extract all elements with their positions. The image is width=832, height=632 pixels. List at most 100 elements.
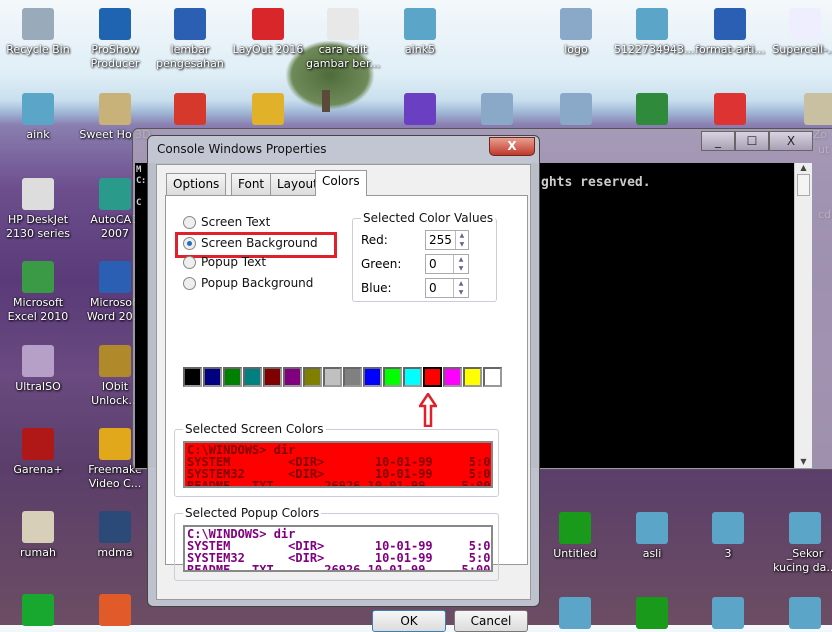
desktop-icon[interactable] [77,594,153,629]
disc-icon[interactable] [22,345,54,377]
color-swatch[interactable] [303,367,322,387]
green-spinner[interactable]: 0 ▲ ▼ [425,254,469,274]
desktop-icon[interactable] [767,597,832,632]
spin-arrows-icon[interactable]: ▲ ▼ [454,231,468,249]
cancel-button[interactable]: Cancel [454,610,528,632]
word-doc-icon[interactable] [714,8,746,40]
color-swatch[interactable] [243,367,262,387]
image-file-icon[interactable] [559,597,591,629]
console-scrollbar[interactable]: ▲ ▼ [794,163,812,468]
green-triangle-icon[interactable] [22,594,54,626]
desktop-icon[interactable]: lembar pengesahan [152,8,228,71]
radio-checked-icon[interactable] [183,236,196,250]
blue-value[interactable]: 0 [426,279,453,297]
desktop-icon[interactable]: ProShow Producer [77,8,153,71]
image-file-icon[interactable] [712,512,744,544]
desktop-icon[interactable]: Untitled [537,512,613,561]
desktop-icon[interactable]: logo [538,8,614,57]
blue-spinner[interactable]: 0 ▲ ▼ [425,278,469,298]
dialog-close-button[interactable]: X [489,137,535,156]
image-file-icon[interactable] [789,597,821,629]
spin-arrows-icon[interactable]: ▲ ▼ [453,279,468,297]
scroll-thumb[interactable] [797,174,810,196]
desktop-icon[interactable]: asli [614,512,690,561]
color-swatch[interactable] [263,367,282,387]
radio-icon[interactable] [183,255,196,269]
word-icon[interactable] [99,261,131,293]
word-doc-icon[interactable] [174,8,206,40]
desktop-icon[interactable] [230,93,306,128]
color-swatch[interactable] [183,367,202,387]
sweet-home-icon[interactable] [22,511,54,543]
radio-screen-background[interactable]: Screen Background [183,236,318,250]
red-spinner[interactable]: 255 ▲ ▼ [425,230,469,250]
spin-arrows-icon[interactable]: ▲ ▼ [453,255,468,273]
radio-icon[interactable] [183,276,196,290]
desktop-icon[interactable]: format-arti... [692,8,768,57]
color-swatch[interactable] [203,367,222,387]
proshow-icon[interactable] [99,8,131,40]
green-value[interactable]: 0 [426,255,453,273]
desktop-icon[interactable]: LayOut 2016 [230,8,306,57]
image-file-icon[interactable] [789,512,821,544]
image-file-icon[interactable] [636,512,668,544]
image-file-icon[interactable] [22,93,54,125]
desktop-icon[interactable]: UltraISO [0,345,76,394]
color-swatch[interactable] [443,367,462,387]
image-file-icon[interactable] [404,8,436,40]
minimize-button[interactable]: _ [701,131,735,151]
autocad-icon[interactable] [99,178,131,210]
desktop-icon[interactable]: Microsoft Excel 2010 [0,261,76,324]
zombie-icon[interactable] [804,93,832,125]
font-file-icon[interactable] [789,8,821,40]
color-swatch[interactable] [383,367,402,387]
color-swatch[interactable] [483,367,502,387]
scroll-down-arrow-icon[interactable]: ▼ [795,457,812,466]
garena-icon[interactable] [22,428,54,460]
excel-icon[interactable] [22,261,54,293]
desktop-icon[interactable]: Recycle Bin [0,8,76,57]
desktop-icon[interactable] [614,93,690,128]
folder-icon[interactable] [560,8,592,40]
desktop-icon[interactable] [690,597,766,632]
desktop-icon[interactable]: 3 [690,512,766,561]
mp3-icon[interactable] [99,594,131,626]
text-file-icon[interactable] [327,8,359,40]
angry-birds-icon[interactable] [714,93,746,125]
freemake-icon[interactable] [99,428,131,460]
desktop-icon[interactable]: _Sekor kucing da... [767,512,832,575]
dwg-icon[interactable] [252,93,284,125]
folder-icon[interactable] [560,93,592,125]
desktop-icon[interactable]: aink [0,93,76,142]
desktop-icon[interactable] [0,594,76,629]
desktop-icon[interactable]: aink5 [382,8,458,57]
scroll-up-arrow-icon[interactable]: ▲ [795,163,812,172]
desktop-icon[interactable] [538,93,614,128]
color-swatch[interactable] [323,367,342,387]
color-swatch[interactable] [363,367,382,387]
radio-icon[interactable] [183,215,196,229]
printer-icon[interactable] [22,178,54,210]
color-swatch[interactable] [403,367,422,387]
color-swatch[interactable] [283,367,302,387]
folder-icon[interactable] [481,93,513,125]
red-value[interactable]: 255 [426,231,455,249]
desktop-icon[interactable]: HP DeskJet 2130 series [0,178,76,241]
maximize-button[interactable]: ☐ [735,131,769,151]
radio-popup-text[interactable]: Popup Text [183,255,266,269]
desktop-icon[interactable] [152,93,228,128]
jnes-icon[interactable] [404,93,436,125]
desktop-icon[interactable]: cara edit gambar ber... [305,8,381,71]
desktop-icon[interactable]: rumah [0,511,76,560]
desktop-icon[interactable]: 5122734943... [614,8,694,57]
desktop-icon[interactable] [459,93,535,128]
file-icon[interactable] [99,511,131,543]
desktop-icon[interactable] [537,597,613,632]
ok-button[interactable]: OK [372,610,446,632]
color-swatch[interactable] [343,367,362,387]
tab-colors[interactable]: Colors [315,170,367,196]
tab-font[interactable]: Font [231,173,272,195]
tab-options[interactable]: Options [166,173,227,195]
desktop-icon[interactable]: Supercell-... [767,8,832,57]
image-file-icon[interactable] [712,597,744,629]
